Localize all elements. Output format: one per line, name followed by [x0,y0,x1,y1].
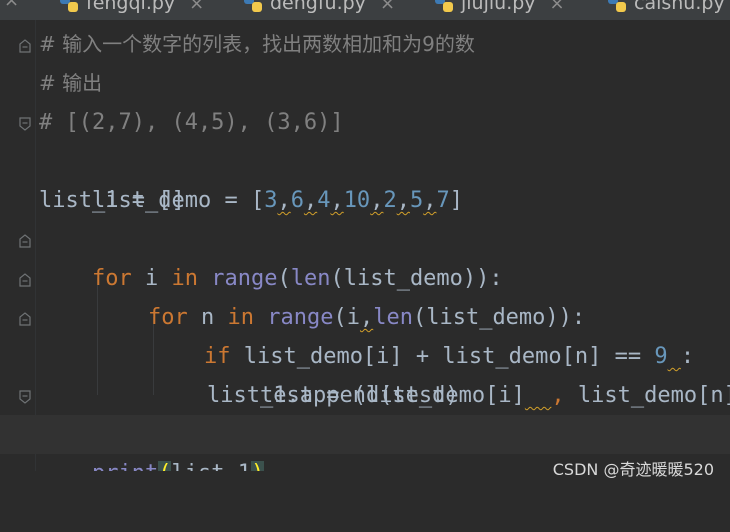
comma-token: , [370,188,384,213]
fold-icon[interactable] [19,273,31,287]
python-file-icon [60,0,78,12]
code-line-list-1: list_1 = [] [39,188,185,213]
fold-icon[interactable] [19,312,31,326]
fold-icon[interactable] [19,234,31,248]
fold-icon[interactable] [19,39,31,53]
code-token: = [ [211,188,265,213]
comma-token: , [551,383,565,408]
number-token: 4 [317,188,331,213]
number-token: 10 [343,188,371,213]
code-line-comment: # [(2,7), (4,5), (3,6)] [39,110,344,135]
tab-label: jiujiu.py [461,0,536,14]
python-file-icon [244,0,262,12]
close-icon[interactable]: × [4,0,19,11]
code-editor[interactable]: # 输入一个数字的列表，找出两数相加和为9的数 # 输出 # [(2,7), (… [0,20,730,489]
number-token: 3 [264,188,278,213]
code-line-append: list_1.append(test) [207,383,459,408]
comma-token: , [423,188,437,213]
tab-label: caishu.py [634,0,725,14]
code-line-list-demo: list_demo = [3,6,4,10,2,5,7] [39,142,463,213]
comma-token: , [330,188,344,213]
close-icon[interactable]: × [550,0,565,14]
code-line-comment: # 输出 [39,71,103,95]
comma-token: , [303,188,318,213]
comma-token: , [396,188,410,213]
number-token: 5 [409,188,424,213]
fold-icon[interactable] [19,390,31,404]
close-icon[interactable]: × [380,0,395,14]
number-token: 6 [290,188,304,213]
tab-caishu[interactable]: caishu.py [606,0,725,18]
tab-jiujiu[interactable]: jiujiu.py × [433,0,565,18]
python-file-icon [435,0,453,12]
tab-label: fengqi.py [86,0,176,14]
fold-icon[interactable] [19,117,31,131]
editor-tab-bar: × fengqi.py × dengfu.py × jiujiu.py × ca… [0,0,730,20]
watermark: CSDN @奇迹暖暖520 [552,460,714,479]
code-line-for-i: for i in range(len(list_demo)): [39,220,503,291]
comma-token: , [277,188,291,213]
code-token: list_demo[n]) [577,383,730,408]
code-token: ] [449,188,463,213]
python-file-icon [608,0,626,12]
code-line-for-n: for n in range(i,len(list_demo)): [95,259,585,330]
code-line-print: print(list_1) [39,415,265,486]
code-line-test: test = (list_demo[i] , list_demo[n]) [207,337,730,408]
number-token: 2 [383,188,397,213]
tab-fengqi[interactable]: fengqi.py × [58,0,204,18]
tab-dengfu[interactable]: dengfu.py × [242,0,395,18]
tab-label: dengfu.py [270,0,366,14]
code-line-comment: # 输入一个数字的列表，找出两数相加和为9的数 [39,32,475,56]
close-icon[interactable]: × [189,0,204,14]
code-line-if: if list_demo[i] + list_demo[n] == 9 : [151,298,694,369]
number-token: 7 [436,188,450,213]
